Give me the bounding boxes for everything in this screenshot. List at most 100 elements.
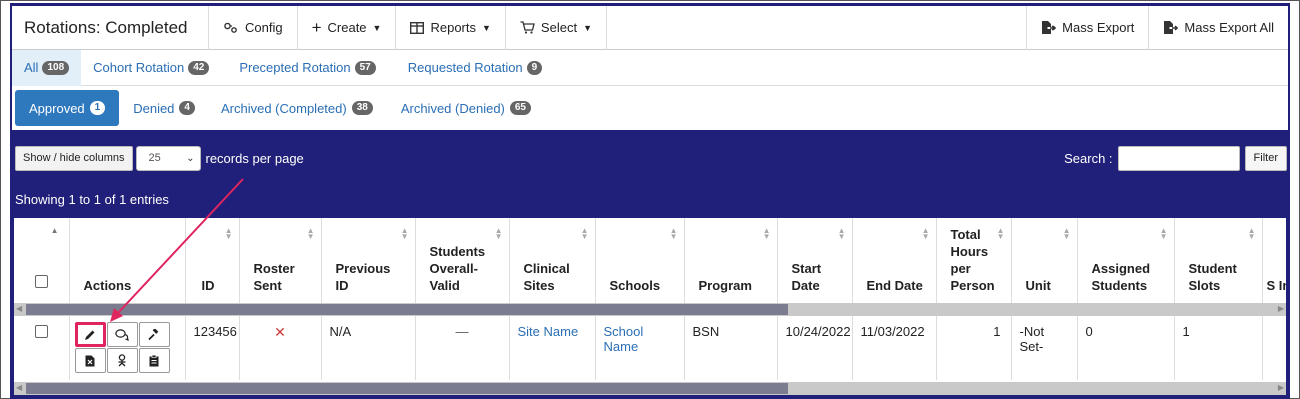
tab-label: Cohort Rotation	[93, 60, 185, 75]
scroll-right-icon[interactable]: ▶	[1278, 304, 1284, 313]
header-schools[interactable]: ▲ ▼ Schools	[595, 218, 685, 303]
right-border	[1288, 3, 1290, 399]
comments-button[interactable]	[106, 322, 138, 347]
cart-icon	[520, 21, 535, 34]
school-link[interactable]: School Name	[595, 316, 685, 380]
sort-icon: ▲ ▼	[921, 226, 930, 241]
file-button[interactable]	[74, 348, 106, 373]
scroll-left-icon[interactable]: ◀	[16, 383, 22, 392]
header-students-overall-valid[interactable]: ▲ ▼ Students Overall-Valid	[415, 218, 510, 303]
tab-label: All	[24, 60, 39, 75]
count-badge: 38	[351, 101, 373, 115]
count-badge: 57	[354, 60, 376, 75]
filter-button[interactable]: Filter	[1244, 145, 1287, 171]
header-label: Clinical Sites	[523, 261, 570, 293]
header-roster-sent[interactable]: ▲ ▼ Roster Sent	[239, 218, 322, 303]
unit-cell: -Not Set-	[1011, 316, 1078, 380]
row-checkbox[interactable]	[34, 325, 48, 338]
toolbar: Rotations: Completed Config + Create ▼ R…	[12, 5, 1288, 50]
showing-entries-text: Showing 1 to 1 of 1 entries	[15, 192, 169, 207]
assign-student-button[interactable]	[106, 348, 138, 373]
scrollbar-thumb[interactable]	[26, 383, 788, 394]
sort-icon: ▲ ▼	[837, 226, 846, 241]
horizontal-scrollbar-bottom[interactable]: ◀ ▶	[14, 382, 1286, 395]
tab-approved[interactable]: Approved 1	[15, 90, 120, 126]
select-button[interactable]: Select ▼	[506, 5, 607, 50]
edit-button[interactable]	[74, 322, 106, 347]
header-clinical-sites[interactable]: ▲ ▼ Clinical Sites	[509, 218, 596, 303]
header-total-hours[interactable]: ▲ ▼ Total Hours per Person	[936, 218, 1012, 303]
table-row[interactable]: 123456 ✕ N/A — Site Name School Name BSN…	[14, 316, 1286, 380]
count-badge: 4	[179, 101, 195, 115]
horizontal-scrollbar-top[interactable]: ◀ ▶	[14, 303, 1286, 316]
header-truncated[interactable]: S In	[1262, 218, 1286, 303]
header-label: Total Hours per Person	[950, 227, 995, 293]
select-all-checkbox[interactable]	[34, 275, 48, 288]
show-hide-columns-button[interactable]: Show / hide columns	[15, 145, 133, 171]
page-size-select[interactable]: 25 ⌄	[135, 145, 201, 171]
select-all-header: ▲	[14, 218, 70, 303]
tab-archived-denied[interactable]: Archived (Denied) 65	[387, 90, 545, 126]
header-label: Unit	[1025, 278, 1051, 293]
sort-icon: ▲ ▼	[494, 226, 503, 241]
sort-icon: ▲ ▼	[1247, 226, 1256, 241]
sort-asc-icon[interactable]: ▲	[51, 227, 59, 235]
scrollbar-thumb[interactable]	[26, 304, 788, 315]
header-unit[interactable]: ▲ ▼ Unit	[1011, 218, 1078, 303]
scroll-right-icon[interactable]: ▶	[1278, 383, 1284, 392]
search-input[interactable]	[1117, 145, 1240, 171]
header-previous-id[interactable]: ▲ ▼ Previous ID	[321, 218, 416, 303]
header-id[interactable]: ▲ ▼ ID	[185, 218, 240, 303]
config-button[interactable]: Config	[208, 5, 298, 50]
count-badge: 108	[42, 60, 70, 75]
tab-precepted-rotation[interactable]: Precepted Rotation 57	[221, 50, 387, 86]
assigned-students-cell: 0	[1077, 316, 1175, 380]
status-tabs: Approved 1 Denied 4 Archived (Completed)…	[12, 89, 1288, 127]
mass-export-all-label: Mass Export All	[1184, 20, 1274, 35]
tab-denied[interactable]: Denied 4	[119, 90, 209, 126]
mass-export-button[interactable]: Mass Export	[1027, 5, 1150, 50]
header-program[interactable]: ▲ ▼ Program	[684, 218, 778, 303]
plus-icon: +	[311, 18, 322, 37]
id-cell: 123456	[185, 316, 240, 380]
sort-icon: ▲ ▼	[762, 226, 771, 241]
reports-button[interactable]: Reports ▼	[396, 5, 506, 50]
caret-down-icon: ▼	[583, 22, 592, 33]
tab-all[interactable]: All 108	[12, 49, 82, 86]
header-label: Schools	[609, 278, 661, 293]
header-start-date[interactable]: ▲ ▼ Start Date	[777, 218, 853, 303]
count-badge: 9	[526, 60, 543, 75]
reports-icon	[410, 21, 425, 34]
sort-icon: ▲ ▼	[400, 226, 409, 241]
rotations-table-body: 123456 ✕ N/A — Site Name School Name BSN…	[14, 316, 1286, 380]
x-icon: ✕	[274, 324, 286, 340]
tab-label: Archived (Completed)	[220, 100, 347, 116]
create-button[interactable]: + Create ▼	[298, 5, 397, 50]
sort-icon: ▲ ▼	[224, 226, 233, 241]
header-label: S In	[1266, 278, 1287, 293]
tab-archived-completed[interactable]: Archived (Completed) 38	[209, 90, 387, 126]
select-label: Select	[540, 20, 578, 35]
gavel-button[interactable]	[138, 322, 170, 347]
clinical-site-link[interactable]: Site Name	[509, 316, 596, 380]
header-label: Roster Sent	[253, 261, 295, 293]
config-icon	[223, 21, 239, 35]
reports-label: Reports	[430, 20, 476, 35]
caret-down-icon: ▼	[482, 22, 491, 33]
mass-export-all-button[interactable]: Mass Export All	[1149, 6, 1288, 50]
tab-requested-rotation[interactable]: Requested Rotation 9	[388, 50, 554, 86]
header-end-date[interactable]: ▲ ▼ End Date	[852, 218, 937, 303]
table-panel: Show / hide columns 25 ⌄ records per pag…	[12, 130, 1288, 399]
sort-icon: ▲ ▼	[306, 226, 315, 241]
tab-cohort-rotation[interactable]: Cohort Rotation 42	[81, 50, 221, 86]
table-controls: Show / hide columns 25 ⌄ records per pag…	[15, 145, 1287, 171]
export-file-icon	[1163, 20, 1179, 35]
count-badge: 42	[188, 60, 210, 75]
create-label: Create	[327, 20, 367, 35]
header-student-slots[interactable]: ▲ ▼ Student Slots	[1174, 218, 1263, 303]
sort-icon: ▲ ▼	[996, 226, 1005, 241]
header-assigned-students[interactable]: ▲ ▼ Assigned Students	[1077, 218, 1175, 303]
header-label: Program	[698, 278, 752, 293]
scroll-left-icon[interactable]: ◀	[16, 304, 22, 313]
clipboard-button[interactable]	[138, 348, 170, 373]
